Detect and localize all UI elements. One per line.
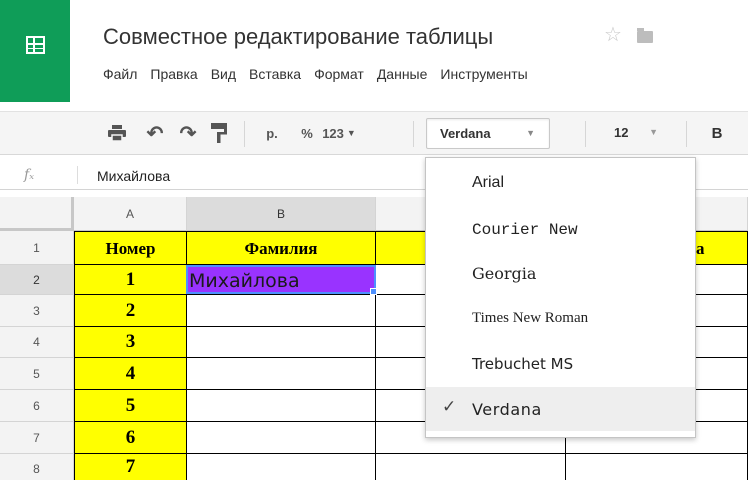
font-size-value: 12 [614,125,629,140]
menu-tools[interactable]: Инструменты [440,66,527,82]
toolbar-separator [585,121,586,147]
cell-a1[interactable]: Номер [74,231,187,265]
cell-a6[interactable]: 5 [74,390,187,422]
row-header-3[interactable]: 3 [0,295,74,327]
menu-view[interactable]: Вид [211,66,236,82]
bold-button[interactable]: B [708,112,726,154]
font-option-trebuchet-ms[interactable]: Trebuchet MS [426,342,695,386]
font-option-georgia[interactable]: Georgia [426,251,695,295]
cell-a2[interactable]: 1 [74,265,187,295]
fill-handle[interactable] [370,288,377,295]
menu-edit[interactable]: Правка [150,66,197,82]
paint-format-button[interactable] [207,112,231,154]
paint-format-icon [211,123,227,143]
folder-icon[interactable] [637,28,653,43]
cell-a5[interactable]: 4 [74,358,187,390]
font-dropdown-menu: Arial Courier New Georgia Times New Roma… [425,157,696,438]
chevron-down-icon: ▼ [526,128,535,138]
star-icon[interactable]: ☆ [604,25,622,45]
menu-insert[interactable]: Вставка [249,66,301,82]
row-header-6[interactable]: 6 [0,390,74,422]
cell-b2[interactable]: Михайлова [187,265,376,295]
chevron-down-icon: ▼ [649,127,658,137]
font-option-verdana-label: Verdana [472,399,542,419]
row-header-8[interactable]: 8 [0,454,74,480]
menu-format[interactable]: Формат [314,66,364,82]
font-option-courier-new[interactable]: Courier New [426,208,695,252]
font-option-arial[interactable]: Arial [426,161,695,205]
formula-input[interactable]: Михайлова [97,168,170,184]
undo-icon: ↶ [146,122,164,145]
font-family-select[interactable]: Verdana ▼ [426,118,550,149]
row-header-1[interactable]: 1 [0,231,74,265]
toolbar-separator [686,121,687,147]
toolbar-separator [413,121,414,147]
cell-b6[interactable] [187,390,376,422]
checkmark-icon: ✓ [442,397,457,417]
cell-a4[interactable]: 3 [74,327,187,358]
sheets-grid-icon [26,36,45,54]
cell-b5[interactable] [187,358,376,390]
cell-b8[interactable] [187,454,376,480]
cell-a8[interactable]: 7 [74,454,187,480]
font-option-verdana[interactable]: ✓ Verdana [426,387,695,431]
chevron-down-icon: ▼ [346,128,356,138]
currency-format-button[interactable]: р. [260,112,284,154]
print-button[interactable] [106,112,128,154]
row-header-5[interactable]: 5 [0,358,74,390]
row-header-2[interactable]: 2 [0,265,74,295]
cell-a7[interactable]: 6 [74,422,187,454]
undo-button[interactable]: ↶ [144,112,166,154]
print-icon [108,125,126,141]
select-all-corner[interactable] [0,197,74,231]
cell-b3[interactable] [187,295,376,327]
redo-button[interactable]: ↷ [177,112,199,154]
function-icon: 𝑓ₓ [24,167,35,183]
formula-divider [77,166,78,184]
cell-c8[interactable] [376,454,566,480]
percent-format-button[interactable]: % [297,112,317,154]
row-header-4[interactable]: 4 [0,327,74,358]
toolbar: ↶ ↷ р. % 123 ▼ Verdana ▼ 12 ▼ B [0,111,748,155]
cell-b1[interactable]: Фамилия [187,231,376,265]
cell-b7[interactable] [187,422,376,454]
cell-a3[interactable]: 2 [74,295,187,327]
column-header-b[interactable]: B [187,197,376,231]
row-header-7[interactable]: 7 [0,422,74,454]
menu-bar: Файл Правка Вид Вставка Формат Данные Ин… [103,66,541,82]
menu-file[interactable]: Файл [103,66,137,82]
font-family-value: Verdana [440,126,491,141]
document-title[interactable]: Совместное редактирование таблицы [103,24,493,50]
font-size-select[interactable]: 12 ▼ [601,118,667,149]
menu-data[interactable]: Данные [377,66,428,82]
toolbar-separator [244,121,245,147]
column-header-a[interactable]: A [74,197,187,231]
app-logo[interactable] [0,0,70,102]
cell-d8[interactable] [566,454,748,480]
redo-icon: ↷ [179,122,197,145]
more-formats-button[interactable]: 123 ▼ [318,112,360,154]
cell-b4[interactable] [187,327,376,358]
font-option-times-new-roman[interactable]: Times New Roman [426,296,695,340]
more-formats-label: 123 [322,125,344,141]
